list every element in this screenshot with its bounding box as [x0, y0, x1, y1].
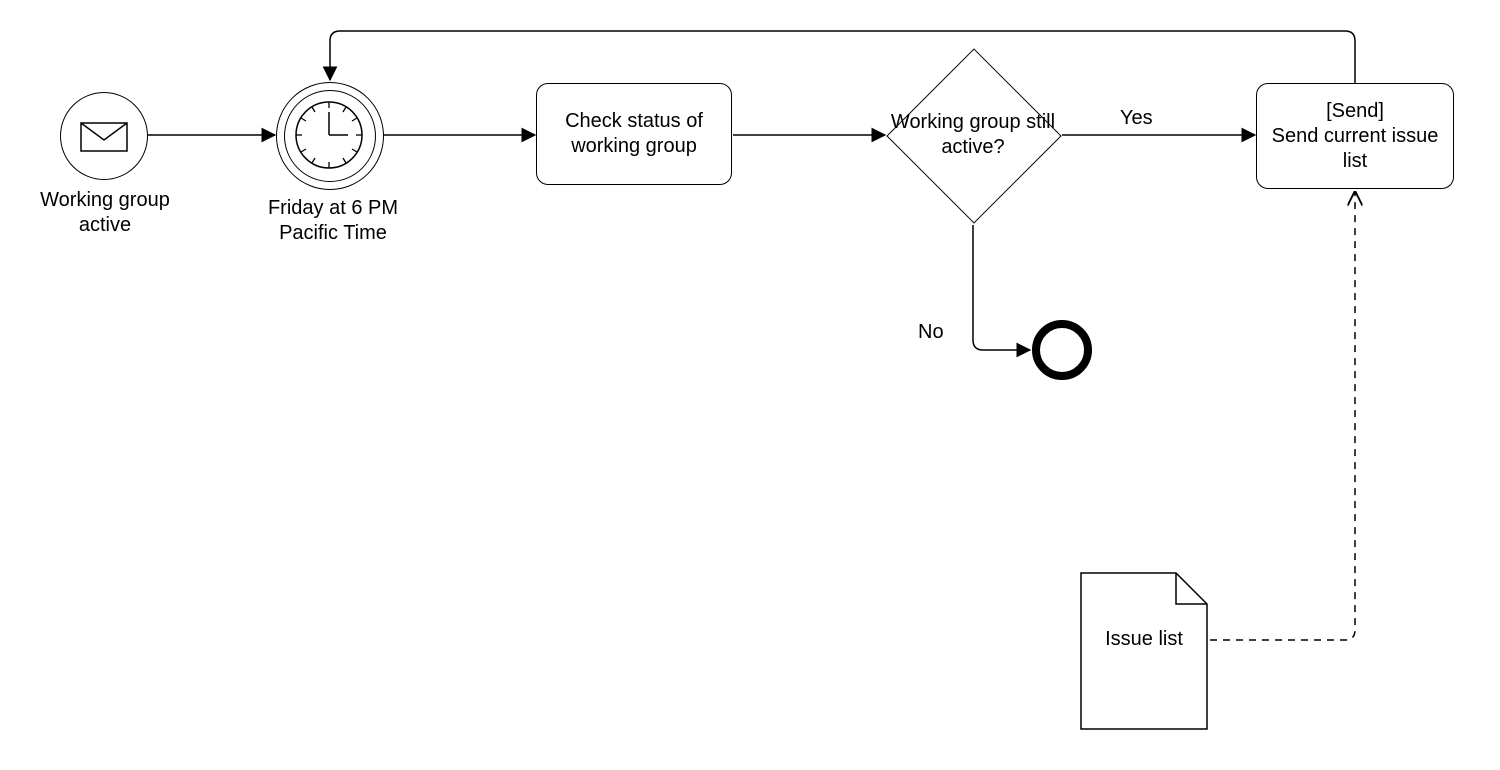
start-event [60, 92, 148, 180]
gateway-active-label: Working group still active? [888, 74, 1058, 196]
edge-label-yes: Yes [1120, 106, 1180, 131]
edge-gateway-no [973, 225, 1030, 350]
timer-event-label: Friday at 6 PM Pacific Time [248, 196, 418, 246]
gateway-active-label-text: Working group still active? [888, 110, 1058, 160]
end-event [1032, 320, 1092, 380]
edge-label-no: No [918, 320, 968, 345]
clock-icon [276, 82, 382, 188]
bpmn-diagram-canvas: Working group active [0, 0, 1500, 770]
timer-event [276, 82, 382, 188]
data-object-label: Issue list [1080, 627, 1208, 652]
start-event-label: Working group active [20, 188, 190, 238]
task-check-status: Check status of working group [536, 83, 732, 185]
envelope-icon [61, 93, 147, 179]
edge-data-association [1210, 192, 1355, 640]
edge-send-loop-to-timer [330, 31, 1355, 83]
data-object-issue-list: Issue list [1080, 572, 1208, 730]
task-send-issue-list: [Send] Send current issue list [1256, 83, 1454, 189]
task-check-status-label: Check status of working group [547, 109, 721, 159]
task-send-issue-list-label: [Send] Send current issue list [1267, 99, 1443, 174]
